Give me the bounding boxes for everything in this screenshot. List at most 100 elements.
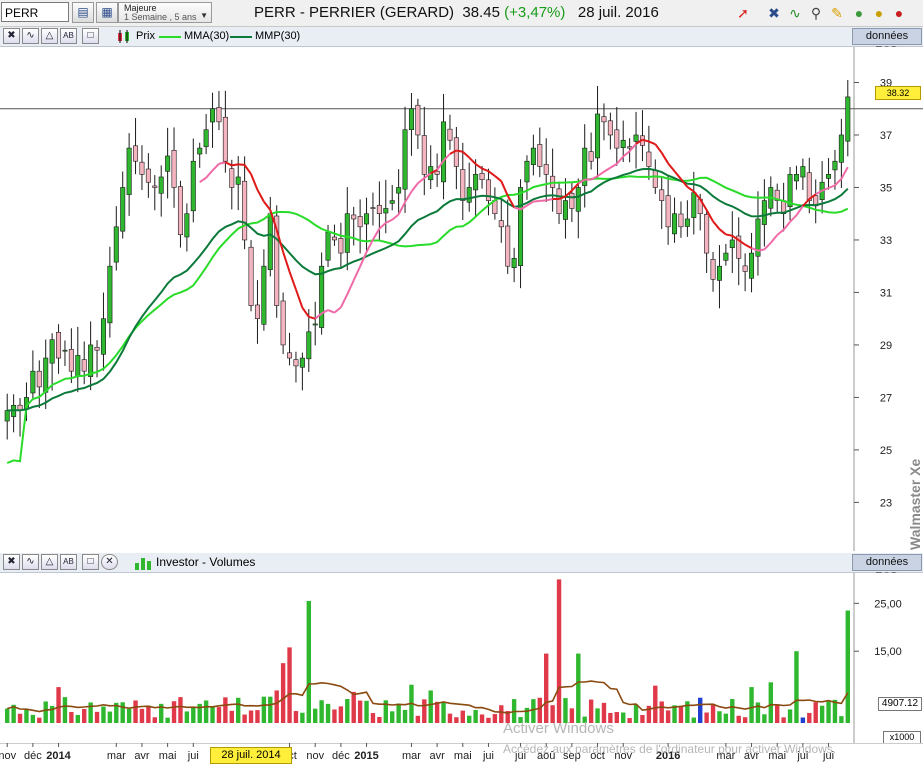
window-icon[interactable]: □	[82, 28, 99, 44]
volume-bar	[248, 710, 254, 723]
selected-date-label: 28 juil. 2014	[210, 747, 292, 764]
alert-red-icon[interactable]: ●	[889, 3, 909, 23]
candle-body	[370, 207, 376, 209]
volume-bar	[460, 710, 465, 723]
candle-body	[684, 218, 690, 227]
candle-body	[376, 204, 382, 215]
candle-body	[261, 265, 267, 325]
candle-body	[216, 107, 222, 123]
volume-bar	[704, 712, 709, 723]
volume-bar	[402, 709, 408, 723]
candle-body	[511, 258, 517, 268]
candle-body	[678, 213, 684, 228]
volume-bar	[300, 712, 305, 723]
candle-body	[331, 236, 337, 241]
volume-bar	[242, 714, 247, 723]
volume-bar	[749, 687, 754, 723]
candle-body	[242, 180, 248, 241]
window-icon[interactable]: □	[82, 554, 99, 570]
volume-bar	[627, 718, 632, 723]
draw-icon[interactable]: △	[41, 554, 58, 570]
legend-volumes: Investor - Volumes	[156, 555, 256, 569]
volume-bar	[621, 712, 626, 723]
indicator-icon[interactable]: ∿	[22, 554, 39, 570]
x-tick-label: mar	[402, 750, 421, 762]
title-price: 38.45	[462, 4, 500, 21]
volume-bar	[268, 696, 273, 723]
candle-body	[729, 239, 735, 248]
candle-body	[672, 213, 678, 235]
draw-line-icon[interactable]: ➚	[733, 3, 753, 23]
chevron-down-icon: ▼	[200, 11, 208, 20]
candle-body	[158, 176, 164, 194]
eod-badge-volumes: données EOD	[852, 554, 922, 583]
y-tick-label: 29	[880, 340, 892, 352]
tools-icon[interactable]: ✖	[3, 554, 20, 570]
indicator-icon[interactable]: ∿	[785, 3, 805, 23]
close-icon[interactable]: ✕	[101, 554, 118, 570]
candle-body	[184, 213, 190, 238]
last-volume-tag: 4907.12	[878, 697, 922, 711]
y-tick-label: 31	[880, 287, 892, 299]
candle-body	[325, 231, 331, 261]
candle-body	[389, 200, 395, 204]
volume-bar	[203, 700, 209, 723]
candle-body	[627, 146, 633, 149]
volume-bar	[556, 579, 562, 723]
x-tick-label: déc	[332, 750, 350, 762]
candle-body	[421, 135, 427, 175]
candle-body	[145, 168, 151, 183]
candle-body	[280, 300, 286, 346]
volume-bar	[24, 709, 29, 723]
volume-bar	[742, 717, 748, 723]
volume-bar	[146, 706, 151, 723]
volume-bar	[17, 713, 23, 723]
volume-bar	[332, 709, 337, 723]
candle-body	[126, 147, 132, 195]
candle-body	[197, 147, 203, 155]
volume-bar	[184, 711, 190, 723]
indicator-icon[interactable]: ∿	[22, 28, 39, 44]
text-tool-icon[interactable]: AB	[60, 554, 77, 570]
candle-body	[659, 189, 665, 201]
candle-body	[338, 238, 344, 254]
walmaster-label: Walmaster Xe	[907, 458, 923, 550]
candle-body	[30, 370, 36, 394]
tools-icon[interactable]: ✖	[3, 28, 20, 44]
alert-yellow-icon[interactable]: ●	[869, 3, 889, 23]
candle-legend-icon	[118, 30, 129, 43]
candle-body	[485, 179, 491, 201]
top-toolbar: PERR ▤ ▦ Majeure 1 Semaine , 5 ans ▼ PER…	[0, 0, 923, 27]
draw-icon[interactable]: △	[41, 28, 58, 44]
pen-icon[interactable]: ✎	[827, 3, 847, 23]
candle-body	[43, 357, 49, 393]
candle-body	[588, 151, 594, 162]
period-selector[interactable]: Majeure 1 Semaine , 5 ans ▼	[118, 2, 212, 23]
alert-green-icon[interactable]: ●	[849, 3, 869, 23]
volume-bar	[82, 708, 87, 723]
candle-body	[107, 265, 113, 324]
volume-bar	[653, 685, 658, 723]
volume-bar	[787, 709, 793, 723]
volume-bar	[107, 711, 113, 723]
book-icon[interactable]: ▤	[72, 2, 94, 23]
period-icon[interactable]: ▦	[96, 2, 118, 23]
candle-body	[845, 96, 851, 142]
candle-body	[460, 169, 466, 201]
zoom-icon[interactable]: ⚲	[806, 3, 826, 23]
volume-bar	[30, 714, 36, 723]
candle-body	[530, 147, 536, 166]
volume-bar	[139, 708, 145, 723]
candle-body	[562, 200, 568, 220]
plot-background	[0, 47, 923, 551]
volume-bar	[306, 600, 311, 723]
symbol-input[interactable]: PERR	[1, 2, 69, 22]
text-tool-icon[interactable]: AB	[60, 28, 77, 44]
volume-panel-header: ✖ ∿ △ AB □ ✕ Investor - Volumes données …	[0, 553, 923, 583]
candle-body	[312, 323, 318, 326]
candle-body	[607, 120, 613, 136]
series-line-short-ma	[725, 233, 733, 237]
tools-icon[interactable]: ✖	[764, 3, 784, 23]
volume-bar	[370, 713, 376, 723]
candle-body	[344, 213, 350, 253]
